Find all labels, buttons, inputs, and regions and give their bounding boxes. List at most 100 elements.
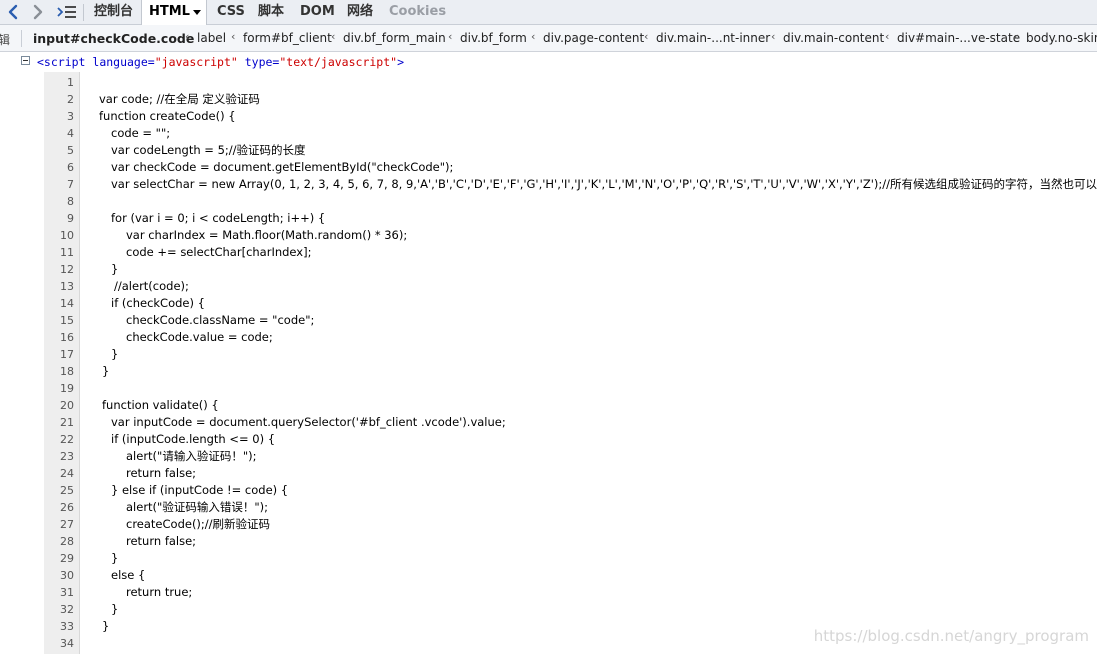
line-number: 3 [67,110,74,123]
line-number: 34 [60,637,74,650]
devtools-toolbar: 控制台 HTML CSS 脚本 DOM 网络 Cookies [0,0,1097,26]
line-number: 31 [60,586,74,599]
code-line: return true; [126,585,193,599]
breadcrumb-item-form[interactable]: form#bf_client [243,31,332,45]
code-line: checkCode.className = "code"; [126,313,315,327]
breadcrumb-item-page-content[interactable]: div.page-content [543,31,644,45]
breadcrumb-chevron-icon: ‹ [531,30,536,43]
script-node: <script language="javascript" type="text… [0,53,1097,71]
dropdown-caret-icon[interactable] [193,10,201,15]
toolbar-separator [83,4,84,21]
line-number: 32 [60,603,74,616]
breadcrumb-item-bf-form-main[interactable]: div.bf_form_main [343,31,446,45]
collapse-toggle-icon[interactable] [21,56,30,65]
tab-script[interactable]: 脚本 [258,0,284,25]
line-number: 25 [60,484,74,497]
code-line: checkCode.value = code; [126,330,273,344]
script-tag-text[interactable]: <script language="javascript" type="text… [37,55,404,69]
line-number: 4 [67,127,74,140]
code-line: if (checkCode) { [111,296,205,310]
line-number: 27 [60,518,74,531]
line-number: 13 [60,280,74,293]
back-arrow-icon[interactable] [4,3,22,21]
tab-css[interactable]: CSS [217,0,245,25]
code-line: if (inputCode.length <= 0) { [111,432,276,446]
breadcrumb-chevron-icon: ‹ [448,30,453,43]
code-line: function createCode() { [99,109,236,123]
line-number: 8 [67,195,74,208]
breadcrumb-item-body[interactable]: body.no-skin [1026,31,1097,45]
code-line: var codeLength = 5;//验证码的长度 [111,143,306,157]
code-line: var checkCode = document.getElementById(… [111,160,454,174]
line-number: 21 [60,416,74,429]
line-number: 7 [67,178,74,191]
watermark: https://blog.csdn.net/angry_program [813,627,1089,645]
breadcrumb-item-main-content[interactable]: div.main-content [783,31,884,45]
code-line: code = ""; [111,126,171,140]
script-tag-close: > [397,55,404,69]
tab-cookies[interactable]: Cookies [389,0,446,25]
line-number: 11 [60,246,74,259]
line-number: 28 [60,535,74,548]
breadcrumb-item-main-inner[interactable]: div.main-...nt-inner [656,31,770,45]
line-number: 2 [67,93,74,106]
code-line: var inputCode = document.querySelector('… [111,415,506,429]
line-number: 24 [60,467,74,480]
line-number: 29 [60,552,74,565]
breadcrumb-item-label[interactable]: label [197,31,226,45]
code-line: code += selectChar[charIndex]; [126,245,312,259]
line-number: 17 [60,348,74,361]
line-number: 20 [60,399,74,412]
code-line: function validate() { [102,398,219,412]
breadcrumb-chevron-icon: ‹ [331,30,336,43]
breadcrumb-item-main-state[interactable]: div#main-...ve-state [897,31,1020,45]
script-tag-open: <script [37,55,86,69]
script-val-language: "javascript" [154,55,238,69]
code-line: } [102,364,110,378]
line-number: 16 [60,331,74,344]
breadcrumb-edge-label: 辑 [0,31,10,48]
script-val-type: "text/javascript" [279,55,398,69]
line-number: 6 [67,161,74,174]
code-line: else { [111,568,146,582]
line-number: 30 [60,569,74,582]
code-line: alert("请输入验证码！"); [126,449,257,463]
line-number: 19 [60,382,74,395]
breadcrumb-item-bf-form[interactable]: div.bf_form [460,31,527,45]
breadcrumb: 辑 input#checkCode.code ‹ label ‹ form#bf… [0,25,1097,52]
code-line: var code; //在全局 定义验证码 [99,92,260,106]
code-line: createCode();//刷新验证码 [126,517,271,531]
breadcrumb-chevron-icon: ‹ [771,30,776,43]
forward-arrow-icon[interactable] [29,3,47,21]
code-line: return false; [126,466,197,480]
line-number: 1 [67,76,74,89]
line-number: 23 [60,450,74,463]
script-attr-type: type= [237,55,280,69]
tab-html-label: HTML [149,4,190,19]
line-number: 15 [60,314,74,327]
tab-console[interactable]: 控制台 [94,0,133,25]
code-line: //alert(code); [114,279,189,293]
code-line: } [111,551,119,565]
code-line: } [102,619,110,633]
line-number: 14 [60,297,74,310]
code-line: } [111,602,119,616]
code-line: var charIndex = Math.floor(Math.random()… [126,228,408,242]
code-line: } else if (inputCode != code) { [111,483,289,497]
code-line: } [111,262,119,276]
breadcrumb-chevron-icon: ‹ [185,30,190,43]
breadcrumb-item-input[interactable]: input#checkCode.code [33,31,194,46]
code-line: } [111,347,119,361]
tab-network[interactable]: 网络 [347,0,373,25]
line-number: 5 [67,144,74,157]
code-line: var selectChar = new Array(0, 1, 2, 3, 4… [111,177,1097,191]
breadcrumb-chevron-icon: ‹ [1014,30,1019,43]
code-line: alert("验证码输入错误！"); [126,500,268,514]
tab-dom[interactable]: DOM [300,0,335,25]
tab-html[interactable]: HTML [141,0,207,26]
script-attr-language: language= [85,55,155,69]
breadcrumb-chevron-icon: ‹ [644,30,649,43]
line-number: 33 [60,620,74,633]
line-number: 26 [60,501,74,514]
expand-list-icon[interactable] [56,3,78,21]
